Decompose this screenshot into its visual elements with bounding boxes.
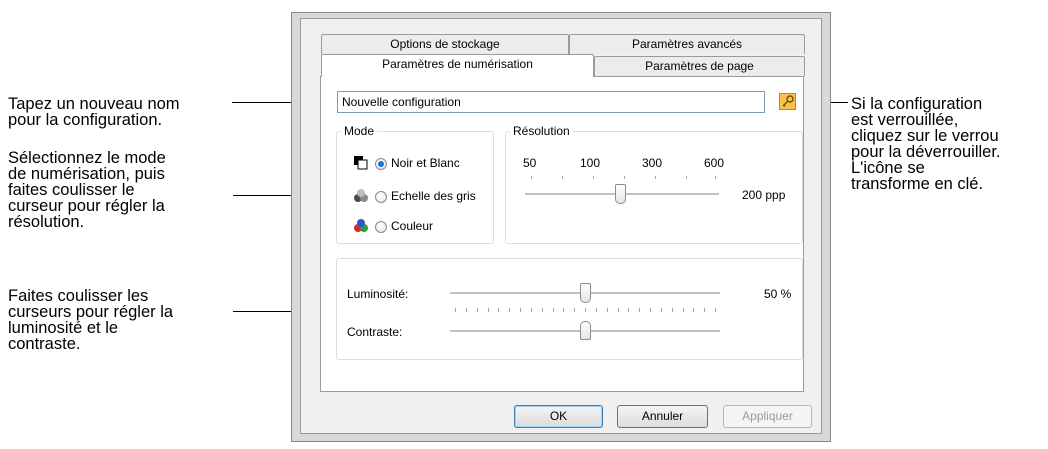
resolution-tick xyxy=(624,176,625,179)
callout-connector xyxy=(233,195,295,196)
grayscale-mode-icon xyxy=(354,189,368,202)
callout-line: transforme en clé. xyxy=(851,175,984,193)
brightness-contrast-group xyxy=(336,258,803,360)
label-grayscale: Echelle des gris xyxy=(391,189,476,203)
slider-tick xyxy=(715,308,716,312)
slider-tick xyxy=(585,308,586,312)
slider-tick xyxy=(671,308,673,312)
cancel-button[interactable]: Annuler xyxy=(617,405,708,428)
slider-tick xyxy=(552,308,554,312)
resolution-value: 200 ppp xyxy=(742,188,786,202)
callout-line: pour la configuration. xyxy=(8,111,163,129)
callout-mode: Sélectionnez le mode de numérisation, pu… xyxy=(8,149,166,231)
slider-tick xyxy=(693,308,695,312)
callout-line: de numérisation, puis xyxy=(8,165,165,183)
contrast-label: Contraste: xyxy=(347,325,403,339)
lock-button[interactable] xyxy=(779,93,796,110)
label-black-white: Noir et Blanc xyxy=(391,156,460,170)
slider-tick xyxy=(487,308,489,312)
black-white-mode-icon xyxy=(354,156,368,170)
ok-button[interactable]: OK xyxy=(514,405,603,428)
callout-line: luminosité et le xyxy=(8,319,119,337)
callout-name: Tapez un nouveau nom pour la configurati… xyxy=(8,95,180,129)
callout-line: contraste. xyxy=(8,335,81,353)
slider-tick xyxy=(476,308,478,312)
callout-connector xyxy=(232,102,294,103)
radio-grayscale[interactable] xyxy=(375,191,387,203)
callout-line: résolution. xyxy=(8,213,85,231)
resolution-tick-label: 100 xyxy=(580,156,601,170)
callout-line: Faites coulisser les xyxy=(8,287,149,305)
callout-line: est verrouillée, xyxy=(851,111,959,129)
brightness-label: Luminosité: xyxy=(347,287,409,301)
tab-storage-options[interactable]: Options de stockage xyxy=(321,34,569,54)
radio-black-white[interactable] xyxy=(375,158,387,170)
slider-tick xyxy=(465,308,467,312)
slider-tick xyxy=(628,308,630,312)
slider-tick xyxy=(563,308,565,312)
callout-line: Si la configuration xyxy=(851,95,983,113)
callout-line: L'icône se xyxy=(851,159,925,177)
apply-button[interactable]: Appliquer xyxy=(723,405,812,428)
color-mode-icon xyxy=(354,219,368,232)
resolution-tick xyxy=(655,176,656,179)
mode-group-label: Mode xyxy=(341,124,378,138)
resolution-group-label: Résolution xyxy=(510,124,573,138)
resolution-tick xyxy=(593,176,594,179)
tab-page-settings[interactable]: Paramètres de page xyxy=(594,56,805,76)
callout-line: cliquez sur le verrou xyxy=(851,127,999,145)
resolution-tick xyxy=(686,176,687,179)
label-color: Couleur xyxy=(391,219,434,233)
slider-tick xyxy=(498,308,500,312)
resolution-tick xyxy=(715,176,716,179)
callout-line: Sélectionnez le mode xyxy=(8,149,166,167)
tab-advanced-settings[interactable]: Paramètres avancés xyxy=(569,34,805,54)
slider-tick xyxy=(530,308,532,312)
contrast-slider-thumb[interactable] xyxy=(580,321,591,340)
slider-tick xyxy=(541,308,543,312)
callout-line: pour la déverrouiller. xyxy=(851,143,1001,161)
callout-line: Tapez un nouveau nom xyxy=(8,95,180,113)
slider-tick xyxy=(606,308,608,312)
slider-tick xyxy=(660,308,662,312)
callout-line: curseur pour régler la xyxy=(8,197,165,215)
slider-tick xyxy=(650,308,651,312)
key-icon xyxy=(782,95,794,107)
resolution-tick-label: 50 xyxy=(523,156,537,170)
slider-tick xyxy=(682,308,684,312)
slider-tick xyxy=(509,308,511,312)
slider-tick xyxy=(639,308,641,312)
slider-tick xyxy=(617,308,619,312)
slider-tick xyxy=(574,308,576,312)
resolution-tick xyxy=(531,176,532,179)
slider-tick xyxy=(704,308,706,312)
brightness-slider-thumb[interactable] xyxy=(580,283,591,303)
resolution-tick xyxy=(562,176,563,179)
resolution-tick-label: 600 xyxy=(704,156,725,170)
radio-color[interactable] xyxy=(375,221,387,233)
callout-connector xyxy=(233,311,295,312)
tab-scan-settings[interactable]: Paramètres de numérisation xyxy=(321,54,594,77)
resolution-slider-thumb[interactable] xyxy=(615,184,627,204)
slider-tick xyxy=(520,308,521,312)
slider-tick xyxy=(595,308,597,312)
callout-line: faites coulisser le xyxy=(8,181,135,199)
brightness-value: 50 % xyxy=(764,287,792,301)
config-name-input[interactable]: Nouvelle configuration xyxy=(337,91,765,113)
resolution-tick-label: 300 xyxy=(642,156,663,170)
callout-lock: Si la configuration est verrouillée, cli… xyxy=(851,95,1001,193)
callout-sliders: Faites coulisser les curseurs pour régle… xyxy=(8,287,174,353)
callout-line: curseurs pour régler la xyxy=(8,303,174,321)
slider-tick xyxy=(455,308,456,312)
